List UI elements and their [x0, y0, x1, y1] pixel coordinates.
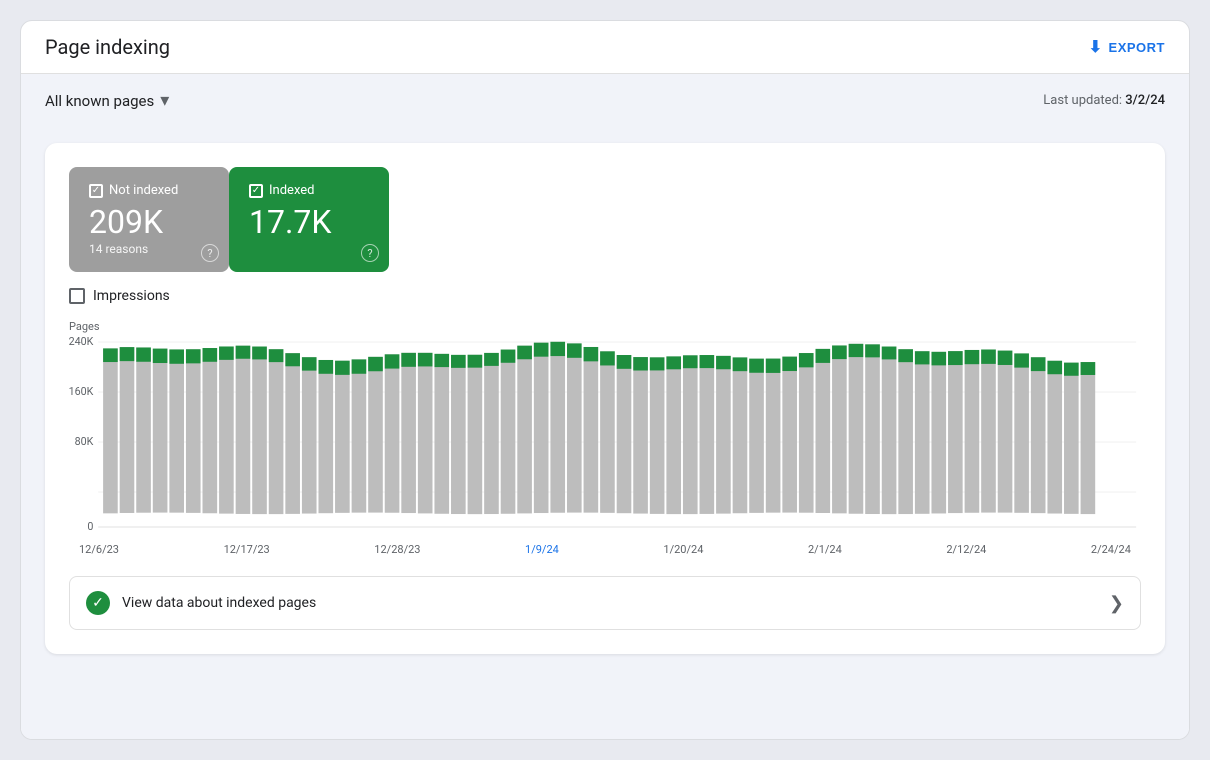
x-label-3: 1/9/24 — [525, 543, 559, 556]
view-data-text: View data about indexed pages — [122, 595, 316, 611]
not-indexed-sub: 14 reasons — [89, 242, 209, 256]
view-data-left: ✓ View data about indexed pages — [86, 591, 316, 615]
svg-text:160K: 160K — [69, 385, 94, 398]
chart-container: 240K 160K 80K 0 — [69, 337, 1141, 537]
chart-svg: 240K 160K 80K 0 — [69, 337, 1141, 537]
svg-text:80K: 80K — [75, 435, 94, 448]
not-indexed-help-icon[interactable]: ? — [201, 244, 219, 262]
export-label: EXPORT — [1109, 40, 1165, 55]
impressions-checkbox[interactable] — [69, 288, 85, 304]
dropdown-label: All known pages — [45, 92, 154, 110]
last-updated-prefix: Last updated: — [1043, 93, 1122, 108]
indexed-box: Indexed 17.7K ? — [229, 167, 389, 272]
x-label-7: 2/24/24 — [1091, 543, 1131, 556]
indexed-label: Indexed — [269, 183, 315, 198]
view-data-link[interactable]: ✓ View data about indexed pages ❯ — [69, 576, 1141, 630]
not-indexed-value: 209K — [89, 206, 209, 238]
not-indexed-checkbox[interactable] — [89, 184, 103, 198]
not-indexed-label: Not indexed — [109, 183, 178, 198]
subheader: All known pages ▾ Last updated: 3/2/24 — [21, 74, 1189, 127]
indexed-help-icon[interactable]: ? — [361, 244, 379, 262]
chevron-right-icon: ❯ — [1109, 593, 1124, 614]
not-indexed-label-row: Not indexed — [89, 183, 209, 198]
last-updated: Last updated: 3/2/24 — [1043, 93, 1165, 108]
chart-x-labels: 12/6/23 12/17/23 12/28/23 1/9/24 1/20/24… — [69, 543, 1141, 556]
svg-text:0: 0 — [87, 520, 93, 533]
x-label-1: 12/17/23 — [224, 543, 270, 556]
x-label-2: 12/28/23 — [374, 543, 420, 556]
card: Not indexed 209K 14 reasons ? Indexed 17… — [45, 143, 1165, 654]
x-label-4: 1/20/24 — [663, 543, 703, 556]
not-indexed-box: Not indexed 209K 14 reasons ? — [69, 167, 229, 272]
last-updated-date: 3/2/24 — [1125, 93, 1165, 108]
svg-text:240K: 240K — [69, 337, 94, 348]
impressions-row: Impressions — [69, 288, 1141, 304]
indexed-value: 17.7K — [249, 206, 369, 238]
x-label-5: 2/1/24 — [808, 543, 842, 556]
export-button[interactable]: ⬇ EXPORT — [1089, 37, 1165, 57]
page-title: Page indexing — [45, 35, 170, 59]
chart-area: Pages 240K 160K 80K 0 — [69, 320, 1141, 556]
stats-row: Not indexed 209K 14 reasons ? Indexed 17… — [69, 167, 1141, 272]
indexed-checkbox[interactable] — [249, 184, 263, 198]
chart-bars — [103, 342, 1095, 514]
main-content: Not indexed 209K 14 reasons ? Indexed 17… — [21, 127, 1189, 739]
header: Page indexing ⬇ EXPORT — [21, 21, 1189, 74]
export-icon: ⬇ — [1089, 37, 1103, 57]
main-window: Page indexing ⬇ EXPORT All known pages ▾… — [20, 20, 1190, 740]
x-label-0: 12/6/23 — [79, 543, 119, 556]
indexed-label-row: Indexed — [249, 183, 369, 198]
dropdown-arrow-icon: ▾ — [160, 90, 169, 111]
pages-dropdown[interactable]: All known pages ▾ — [45, 90, 169, 111]
indexed-check-icon: ✓ — [86, 591, 110, 615]
x-label-6: 2/12/24 — [946, 543, 986, 556]
impressions-label: Impressions — [93, 288, 170, 304]
chart-y-label: Pages — [69, 320, 1141, 333]
